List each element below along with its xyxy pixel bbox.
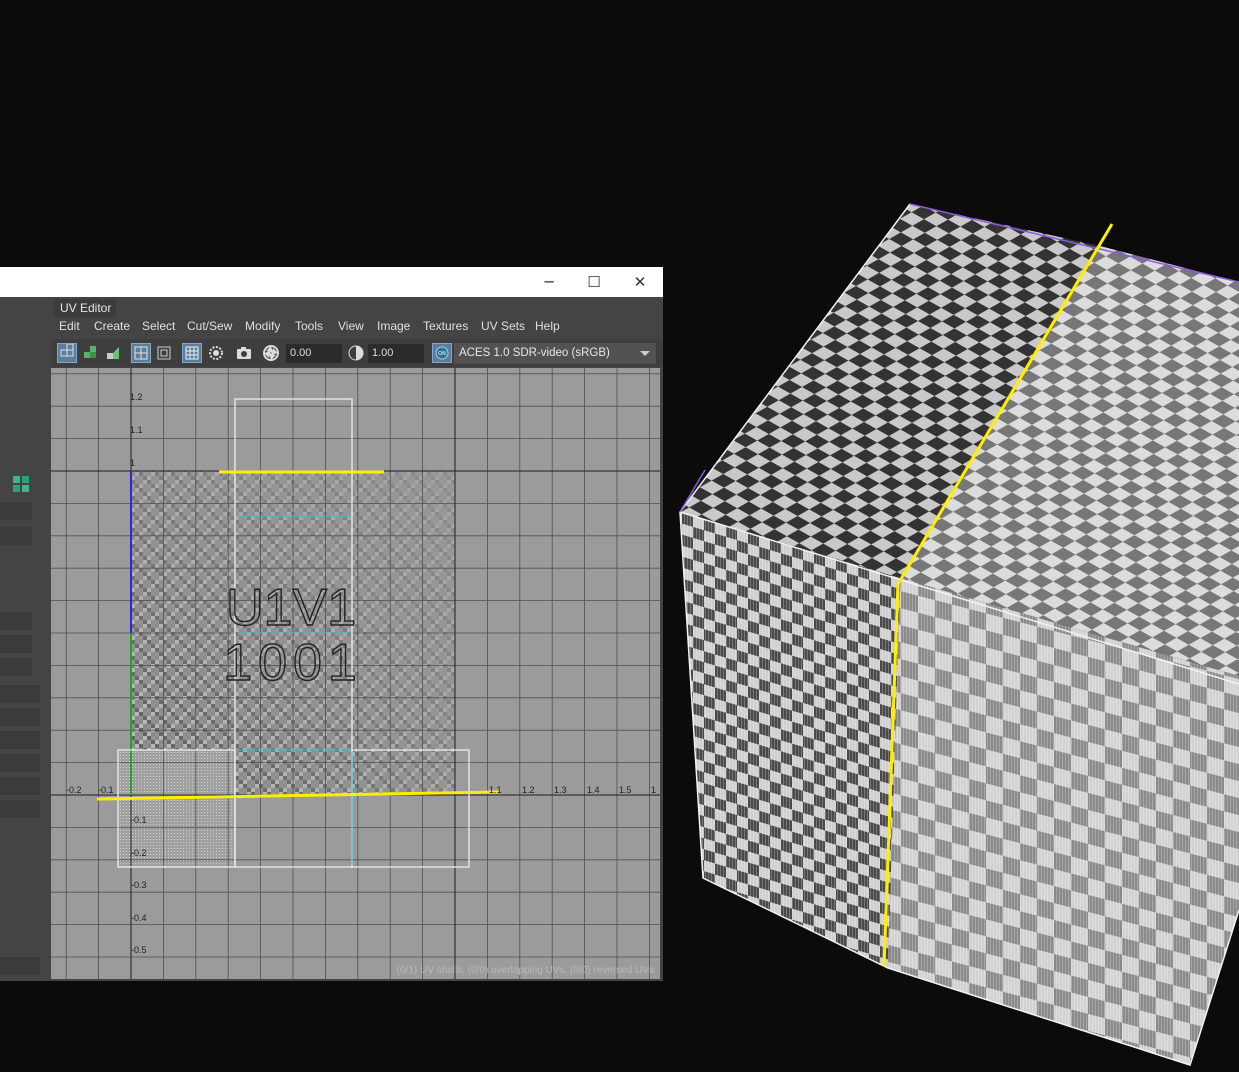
cube-selected-edge (882, 223, 1114, 967)
uv-shell-icon[interactable] (57, 343, 77, 363)
menu-edit[interactable]: Edit (59, 317, 80, 335)
menu-image[interactable]: Image (377, 317, 410, 335)
y-tick-label: -0.2 (131, 848, 147, 858)
cube-outline (679, 203, 1239, 1066)
side-panel-row[interactable] (0, 685, 40, 703)
color-space-value: ACES 1.0 SDR-video (sRGB) (459, 347, 610, 359)
x-tick-label: 1.1 (489, 785, 502, 795)
cube-edge (679, 511, 1239, 685)
contrast-icon[interactable] (346, 343, 366, 363)
cube-edge-highlight (909, 203, 1239, 283)
pivot-icon[interactable] (206, 343, 226, 363)
y-tick-label: -0.5 (131, 945, 147, 955)
cube-edge-highlight (679, 469, 706, 513)
side-panel-row[interactable] (0, 731, 40, 749)
snapshot-icon[interactable] (234, 343, 254, 363)
left-side-panel (0, 297, 48, 981)
side-panel-row[interactable] (0, 502, 32, 520)
x-tick-label: 1 (651, 785, 656, 795)
grid-toggle-icon[interactable] (131, 343, 151, 363)
cube-left-face-mesh (680, 512, 900, 968)
menu-cut-sew[interactable]: Cut/Sew (187, 317, 232, 335)
outliner-icon[interactable] (12, 475, 30, 493)
cube-right-face (888, 578, 1239, 1065)
menu-help[interactable]: Help (535, 317, 560, 335)
uv-grid-canvas[interactable]: U1V1 1001 -0.2 -0.1 1.1 1.2 1.3 1.4 1.5 1 1.2 1.1… (51, 368, 660, 979)
menu-tools[interactable]: Tools (295, 317, 323, 335)
tile-label-u1v1: U1V1 (226, 579, 356, 637)
cube-left-face (680, 512, 900, 968)
window-titlebar[interactable]: ─ ☐ ✕ (0, 267, 663, 297)
uv-toolbar: 0.00 1.00 ON ACES 1.0 SDR-video (sRGB) (52, 339, 663, 367)
y-tick-label: 1 (130, 458, 135, 468)
cube-top-face-right (900, 246, 1239, 676)
chevron-down-icon[interactable] (636, 343, 656, 364)
x-tick-label: -0.2 (66, 785, 82, 795)
y-tick-label: -0.3 (131, 880, 147, 890)
aperture-icon[interactable] (261, 343, 281, 363)
y-tick-label: -0.1 (131, 815, 147, 825)
x-tick-label: 1.2 (522, 785, 535, 795)
checker-icon[interactable] (182, 343, 202, 363)
color-space-dropdown[interactable]: ACES 1.0 SDR-video (sRGB) (454, 343, 656, 364)
side-panel-row[interactable] (0, 658, 32, 676)
y-tick-label: -0.4 (131, 913, 147, 923)
side-panel-row[interactable] (0, 800, 40, 818)
menu-create[interactable]: Create (94, 317, 130, 335)
side-panel-row[interactable] (0, 777, 40, 795)
side-panel-row[interactable] (0, 708, 40, 726)
side-panel-row[interactable] (0, 754, 40, 772)
gamma-field[interactable]: 1.00 (368, 344, 424, 363)
tile-label-1001: 1001 (223, 634, 363, 692)
menu-bar: Edit Create Select Cut/Sew Modify Tools … (52, 317, 663, 337)
uv-editor-window: ─ ☐ ✕ UV Editor Edit Create Select Cut/S… (0, 267, 663, 981)
uv-viewport[interactable]: U1V1 1001 -0.2 -0.1 1.1 1.2 1.3 1.4 1.5 1 1.2 1.1… (51, 368, 660, 979)
component-icon[interactable] (80, 343, 100, 363)
menu-modify[interactable]: Modify (245, 317, 280, 335)
x-tick-label: -0.1 (98, 785, 114, 795)
side-panel-row[interactable] (0, 635, 32, 653)
close-icon[interactable]: ✕ (617, 267, 663, 297)
color-mgmt-icon[interactable]: ON (432, 343, 452, 363)
side-panel-row[interactable] (0, 527, 32, 545)
y-tick-label: 1.2 (130, 392, 143, 402)
menu-textures[interactable]: Textures (423, 317, 468, 335)
x-tick-label: 1.3 (554, 785, 567, 795)
side-panel-row[interactable] (0, 612, 32, 630)
exposure-field[interactable]: 0.00 (286, 344, 342, 363)
menu-uv-sets[interactable]: UV Sets (481, 317, 525, 335)
y-tick-label: 1.1 (130, 425, 143, 435)
minimize-icon[interactable]: ─ (526, 267, 572, 297)
menu-view[interactable]: View (338, 317, 364, 335)
menu-select[interactable]: Select (142, 317, 175, 335)
svg-text:ON: ON (438, 351, 446, 357)
cube-right-face-mesh (888, 578, 1239, 1065)
shaded-icon[interactable] (103, 343, 123, 363)
uv-status-text: (0/1) UV shells, (0/0) overlapping UVs, … (396, 965, 654, 976)
cube-top-face-left (680, 204, 1100, 578)
maximize-icon[interactable]: ☐ (571, 267, 617, 297)
side-panel-row[interactable] (0, 957, 40, 975)
x-tick-label: 1.5 (619, 785, 632, 795)
uv-editor-tab[interactable]: UV Editor (54, 299, 116, 317)
tile-icon[interactable] (154, 343, 174, 363)
x-tick-label: 1.4 (587, 785, 600, 795)
